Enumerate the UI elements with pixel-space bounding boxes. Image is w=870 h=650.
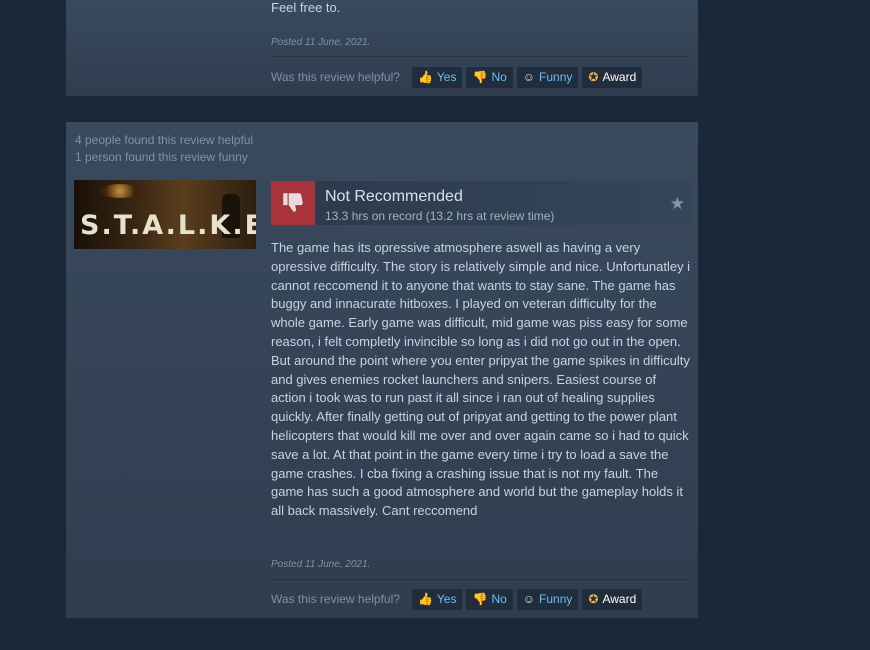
- posted-date: Posted 11 June, 2021.: [271, 37, 371, 48]
- award-label: Award: [602, 592, 637, 606]
- vote-yes-label: Yes: [436, 592, 457, 606]
- award-ribbon-icon: ✪: [588, 592, 599, 606]
- funny-count: 1 person found this review funny: [75, 150, 248, 164]
- vote-no-button[interactable]: 👎 No: [466, 66, 513, 88]
- thumbs-down-icon: [271, 181, 315, 225]
- star-icon[interactable]: ★: [670, 194, 685, 214]
- posted-date: Posted 11 June, 2021.: [271, 559, 371, 570]
- vote-yes-button[interactable]: 👍 Yes: [411, 588, 463, 610]
- divider: [271, 579, 690, 580]
- award-label: Award: [602, 70, 637, 84]
- review-body-text: The game has its opressive atmosphere as…: [271, 240, 691, 519]
- thumbs-up-icon: 👍: [417, 70, 433, 84]
- thumbs-down-icon: 👎: [472, 592, 488, 606]
- hours-on-record: 13.3 hrs on record (13.2 hrs at review t…: [325, 209, 555, 223]
- vote-funny-button[interactable]: ☺ Funny: [516, 66, 579, 88]
- vote-no-label: No: [491, 70, 507, 84]
- helpful-vote-row: Was this review helpful? 👍 Yes 👎 No ☺ Fu…: [271, 66, 646, 88]
- vote-no-button[interactable]: 👎 No: [466, 588, 513, 610]
- helpful-label: Was this review helpful?: [271, 70, 400, 84]
- vote-yes-label: Yes: [436, 70, 457, 84]
- vote-no-label: No: [491, 592, 507, 606]
- vote-funny-label: Funny: [539, 70, 573, 84]
- helpful-vote-row: Was this review helpful? 👍 Yes 👎 No ☺ Fu…: [271, 588, 646, 610]
- smiley-icon: ☺: [522, 70, 536, 84]
- divider: [271, 56, 690, 57]
- game-logo: S.T.A.L.K.E.R.: [80, 210, 256, 241]
- award-button[interactable]: ✪ Award: [582, 588, 643, 610]
- helpful-count: 4 people found this review helpful: [75, 133, 254, 147]
- review-body-text: Feel free to.: [271, 0, 341, 15]
- review-counts: 4 people found this review helpful 1 per…: [75, 132, 253, 166]
- review-verdict: Not Recommended 13.3 hrs on record (13.2…: [271, 181, 691, 225]
- review-card: 4 people found this review helpful 1 per…: [66, 122, 698, 618]
- verdict-title[interactable]: Not Recommended: [325, 188, 463, 206]
- smiley-icon: ☺: [522, 592, 536, 606]
- vote-funny-label: Funny: [539, 592, 573, 606]
- helpful-label: Was this review helpful?: [271, 592, 400, 606]
- game-capsule-image[interactable]: S.T.A.L.K.E.R.: [74, 180, 256, 249]
- thumbs-down-icon: 👎: [472, 70, 488, 84]
- award-ribbon-icon: ✪: [588, 70, 599, 84]
- vote-yes-button[interactable]: 👍 Yes: [411, 66, 463, 88]
- thumbs-up-icon: 👍: [417, 592, 433, 606]
- award-button[interactable]: ✪ Award: [582, 66, 643, 88]
- vote-funny-button[interactable]: ☺ Funny: [516, 588, 579, 610]
- review-card: Feel free to. Posted 11 June, 2021. Was …: [66, 0, 698, 96]
